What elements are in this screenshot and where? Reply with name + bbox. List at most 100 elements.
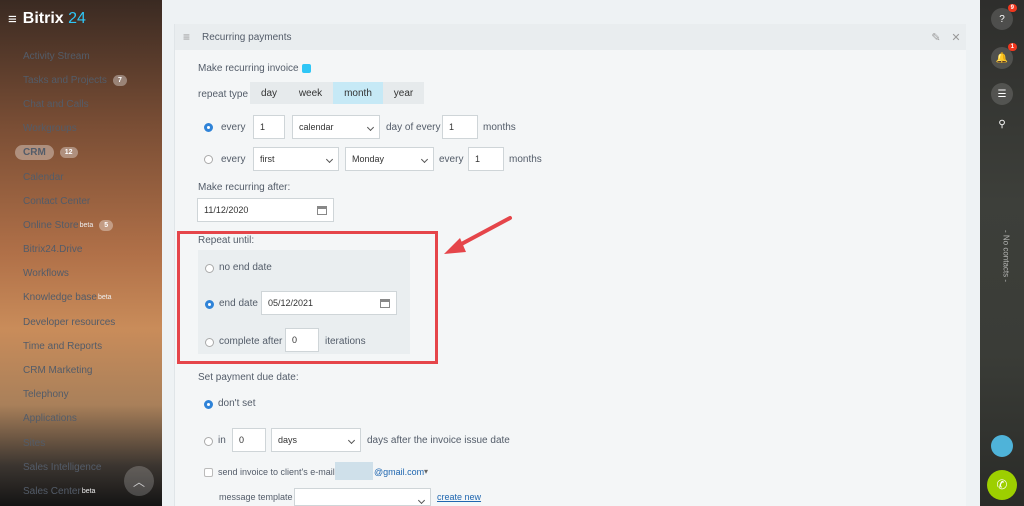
phone-button[interactable]: ✆ [987,470,1017,500]
sidebar-item-label: CRM [15,145,54,161]
sidebar-item-label: Time and Reports [23,340,103,352]
sidebar-item-label: Knowledge base [23,292,97,304]
every-day-radio[interactable] [204,123,213,132]
sidebar-item-activity-stream[interactable]: Activity Stream [0,44,162,68]
beta-tag: beta [81,487,96,495]
question-icon: ? [999,13,1005,25]
sidebar-item-label: Bitrix24.Drive [23,244,83,256]
help-button[interactable]: ? 9 [991,4,1017,30]
sidebar-item-tasks-and-projects[interactable]: Tasks and Projects 7 [0,68,162,92]
sidebar-item-developer-resources[interactable]: Developer resources [0,310,162,334]
make-recurring-checkbox[interactable] [302,64,311,73]
repeat-type-label: repeat type [198,89,249,100]
email-domain-link[interactable]: @gmail.com [374,467,424,477]
chat-icon: ☰ [997,88,1007,100]
make-after-date-input[interactable]: 11/12/2020 [197,198,334,222]
sidebar-item-applications[interactable]: Applications [0,407,162,431]
sidebar-item-label: Online Store [23,219,79,231]
search-button[interactable]: ⚲ [991,113,1013,135]
in-label: in [218,435,226,446]
highlight-box [177,231,438,364]
repeat-type-month[interactable]: month [333,82,383,104]
ordinal-select[interactable]: first [253,147,339,171]
message-template-label: message template [219,492,293,502]
sidebar-item-label: Sites [23,437,46,449]
sidebar-item-label: Activity Stream [23,50,90,62]
calendar-icon[interactable] [317,206,327,215]
contact-center-button[interactable] [991,435,1013,457]
sidebar-item-label: Sales Intelligence [23,461,102,473]
in-days-input[interactable]: 0 [232,428,266,452]
sidebar-item-knowledge-base[interactable]: Knowledge base beta [0,286,162,310]
search-icon: ⚲ [998,118,1006,130]
create-new-link[interactable]: create new [437,492,481,502]
sidebar-item-label: Workgroups [23,123,77,135]
sidebar-item-label: Developer resources [23,316,116,328]
months-interval-input[interactable]: 1 [442,115,478,139]
edit-icon[interactable]: ✎ [926,31,946,44]
panel-header: ≡ Recurring payments ✎ ✕ [175,24,966,50]
make-after-date-value: 11/12/2020 [204,205,249,215]
every-day-input[interactable]: 1 [253,115,285,139]
sidebar-menu: Activity Stream Tasks and Projects 7 Chat a… [0,44,162,504]
app-logo[interactable]: ≡ Bitrix 24 [8,10,86,28]
sidebar-item-calendar[interactable]: Calendar [0,165,162,189]
sidebar-item-crm[interactable]: CRM 12 [0,141,162,165]
sidebar-item-bitrix24-drive[interactable]: Bitrix24.Drive [0,238,162,262]
repeat-type-year[interactable]: year [383,82,424,104]
every-weekday-radio[interactable] [204,155,213,164]
sidebar-item-contact-center[interactable]: Contact Center [0,189,162,213]
notifications-button[interactable]: 🔔 1 [991,43,1017,69]
sidebar-item-label: Chat and Calls [23,98,89,110]
logo-text: Bitrix 24 [22,10,86,27]
repeat-type-week[interactable]: week [288,82,333,104]
sidebar-item-label: Telephony [23,389,69,401]
notifications-badge: 1 [1007,43,1017,51]
chevron-down-icon[interactable]: ▾ [424,467,428,476]
drag-handle-icon[interactable]: ≡ [183,30,190,44]
weekday-select[interactable]: Monday [345,147,434,171]
calendar-select[interactable]: calendar [292,115,380,139]
sidebar-item-telephony[interactable]: Telephony [0,383,162,407]
chat-button[interactable]: ☰ [991,83,1013,105]
email-local-part-redacted [335,462,373,480]
months-label: months [483,122,516,133]
annotation-arrow-icon [444,216,512,254]
dont-set-radio[interactable] [204,400,213,409]
sidebar-item-crm-marketing[interactable]: CRM Marketing [0,358,162,382]
sidebar-item-sites[interactable]: Sites [0,431,162,455]
beta-tag: beta [97,294,112,302]
counter-badge: 12 [59,147,78,159]
phone-icon: ✆ [996,477,1008,492]
sidebar-item-time-and-reports[interactable]: Time and Reports [0,334,162,358]
bell-icon: 🔔 [995,52,1009,64]
make-after-label: Make recurring after: [198,182,291,193]
in-days-radio[interactable] [204,437,213,446]
every-label-2: every [221,154,246,165]
sidebar-item-chat-and-calls[interactable]: Chat and Calls [0,92,162,116]
sidebar-item-label: Sales Center [23,485,81,497]
counter-badge: 7 [112,74,127,86]
scroll-up-button[interactable]: ︿ [124,466,154,496]
repeat-type-day[interactable]: day [250,82,288,104]
menu-icon[interactable]: ≡ [8,11,17,28]
sidebar-item-label: Applications [23,413,77,425]
due-date-label: Set payment due date: [198,372,299,383]
close-icon[interactable]: ✕ [946,31,966,44]
send-invoice-checkbox[interactable] [204,468,213,477]
dont-set-label: don't set [218,398,256,409]
make-recurring-label: Make recurring invoice [198,63,299,74]
every-label: every [221,122,246,133]
message-template-select[interactable] [294,488,431,506]
sidebar-item-label: Contact Center [23,195,91,207]
sidebar-item-workgroups[interactable]: Workgroups [0,117,162,141]
day-of-every-label: day of every [386,122,441,133]
sidebar-item-label: Workflows [23,268,69,280]
weekday-months-input[interactable]: 1 [468,147,504,171]
sidebar-item-online-store[interactable]: Online Store beta 5 [0,213,162,237]
months-label-2: months [509,154,542,165]
days-unit-select[interactable]: days [271,428,361,452]
chevron-up-icon: ︿ [132,474,145,489]
send-invoice-label: send invoice to client's e-mail [218,467,335,477]
sidebar-item-workflows[interactable]: Workflows [0,262,162,286]
